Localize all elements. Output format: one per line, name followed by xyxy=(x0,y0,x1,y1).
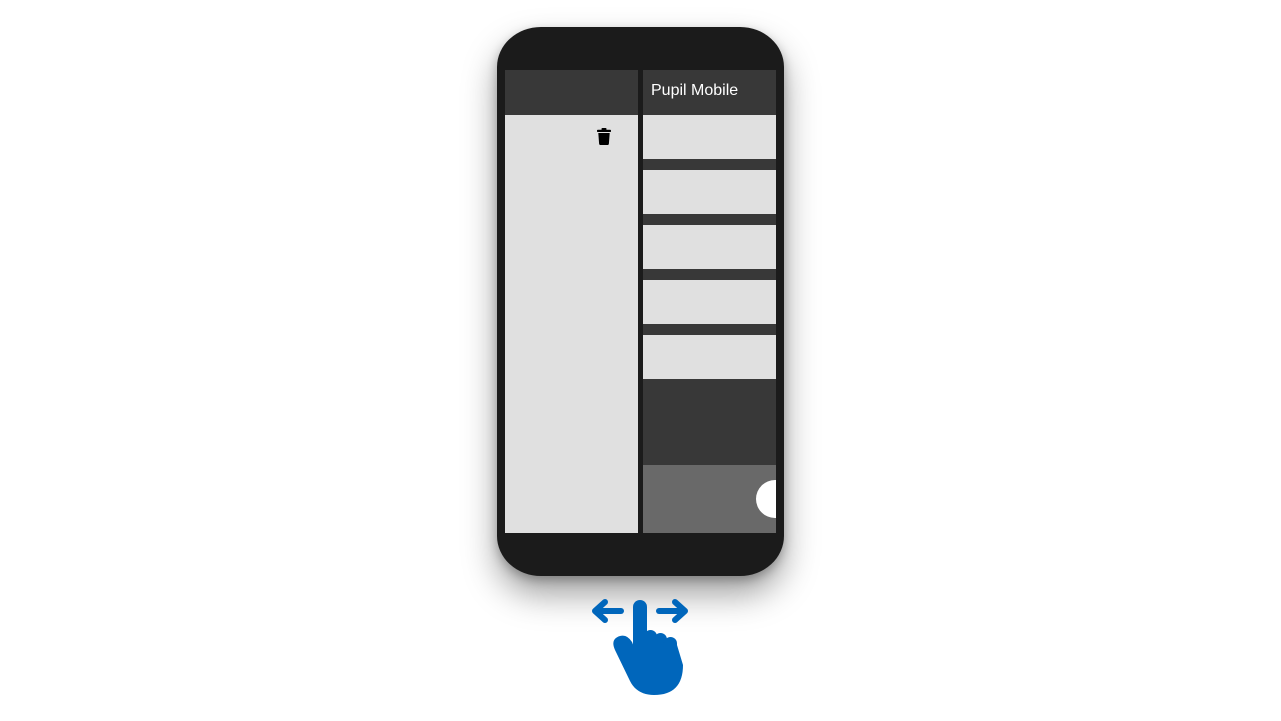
app-bar: Pupil Mobile xyxy=(643,70,776,115)
arrow-right-icon xyxy=(656,599,688,623)
list-item[interactable] xyxy=(643,225,776,269)
arrow-left-icon xyxy=(592,599,624,623)
trash-icon[interactable] xyxy=(597,128,611,145)
list-item[interactable] xyxy=(643,280,776,324)
drawer-header xyxy=(505,70,638,115)
hand-icon xyxy=(613,600,683,695)
main-panel: Pupil Mobile xyxy=(643,70,776,533)
bottom-bar xyxy=(643,465,776,533)
list-item[interactable] xyxy=(643,335,776,379)
swipe-horizontal-hand-icon xyxy=(592,599,688,695)
phone-screen: Pupil Mobile xyxy=(505,70,776,533)
stage: Pupil Mobile xyxy=(0,0,1281,721)
list-item[interactable] xyxy=(643,170,776,214)
list-item[interactable] xyxy=(643,115,776,159)
floating-action-button[interactable] xyxy=(756,480,776,518)
drawer-panel xyxy=(505,70,638,533)
app-title: Pupil Mobile xyxy=(651,82,739,99)
